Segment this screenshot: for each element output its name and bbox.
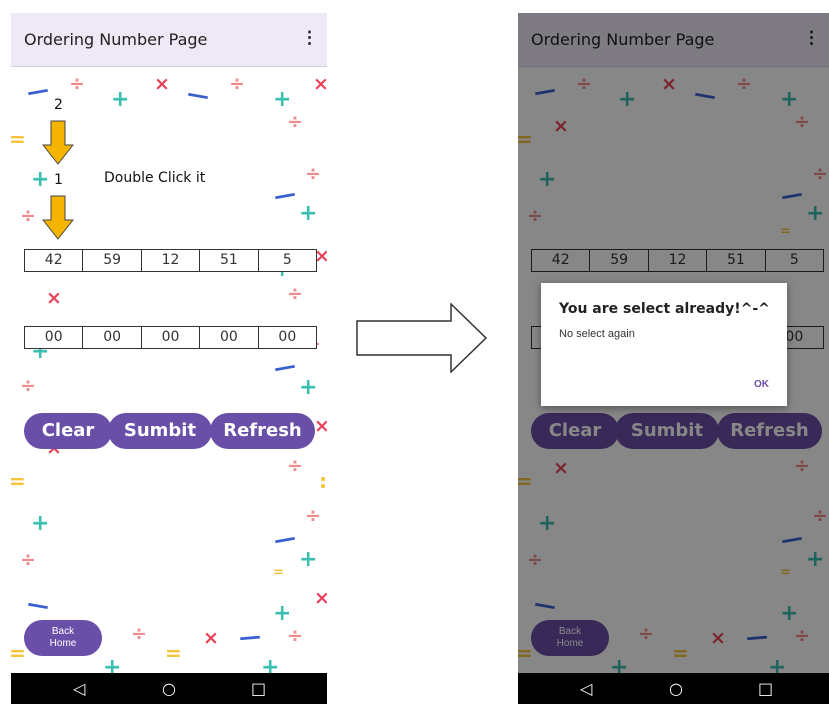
step-1-label: 1 — [54, 172, 63, 188]
plus-icon: + — [273, 601, 292, 626]
number-cell[interactable]: 12 — [142, 250, 201, 271]
back-home-label-line2: Home — [49, 638, 77, 649]
divide-icon: ÷ — [287, 283, 303, 305]
back-home-label-line1: Back — [51, 626, 75, 637]
numbers-row: 42 59 12 51 5 — [24, 249, 317, 272]
phone-screen-after: Ordering Number Page ⋮ — ÷ + × — ÷ + × ÷… — [518, 13, 829, 704]
minus-icon: — — [237, 624, 263, 651]
divide-icon: ÷ — [20, 375, 36, 397]
equals-icon: = — [273, 565, 284, 580]
page-title: Ordering Number Page — [24, 30, 208, 49]
equals-icon: = — [11, 469, 26, 493]
times-icon: × — [154, 73, 170, 95]
plus-icon: + — [299, 375, 318, 400]
nav-home-icon[interactable]: ○ — [162, 679, 176, 698]
minus-icon: — — [185, 81, 212, 110]
divide-icon: ÷ — [20, 205, 36, 227]
equals-icon: = — [165, 641, 182, 665]
plus-icon: + — [299, 547, 318, 572]
times-icon: × — [313, 73, 327, 95]
divide-icon: ÷ — [20, 549, 36, 571]
minus-icon: — — [25, 591, 52, 620]
divide-icon: ÷ — [69, 73, 85, 95]
instruction-text: Double Click it — [104, 170, 206, 186]
refresh-button[interactable]: Refresh — [210, 413, 315, 449]
answer-row: 00 00 00 00 00 — [24, 326, 317, 349]
arrow-down-icon — [42, 195, 74, 240]
times-icon: × — [46, 287, 62, 309]
alert-dialog: You are select already!^-^ No select aga… — [541, 283, 787, 406]
nav-back-icon[interactable]: ◁ — [73, 679, 85, 698]
dialog-title: You are select already!^-^ — [559, 301, 770, 317]
nav-recent-icon[interactable]: □ — [758, 679, 773, 698]
plus-icon: + — [31, 511, 50, 536]
number-cell[interactable]: 51 — [200, 250, 259, 271]
transition-arrow-icon — [356, 303, 488, 373]
nav-recent-icon[interactable]: □ — [251, 679, 266, 698]
system-nav-bar: ◁ ○ □ — [518, 673, 829, 704]
minus-icon: — — [271, 353, 298, 382]
nav-home-icon[interactable]: ○ — [669, 679, 683, 698]
number-cell[interactable]: 42 — [25, 250, 84, 271]
answer-cell[interactable]: 00 — [200, 327, 259, 348]
times-icon: × — [314, 587, 327, 609]
plus-icon: + — [111, 87, 130, 112]
dialog-message: No select again — [559, 328, 635, 340]
arrow-down-icon — [42, 120, 74, 165]
divide-icon: ÷ — [287, 455, 303, 477]
action-buttons: Clear Sumbit Refresh — [24, 413, 315, 449]
plus-icon: + — [299, 201, 318, 226]
number-cell[interactable]: 59 — [83, 250, 142, 271]
number-cell[interactable]: 5 — [259, 250, 316, 271]
dialog-ok-button[interactable]: OK — [754, 379, 769, 390]
phone-screen-before: Ordering Number Page ⋮ — ÷ + × — ÷ + × ÷… — [11, 13, 327, 704]
divide-icon: ÷ — [287, 625, 303, 647]
answer-cell[interactable]: 00 — [259, 327, 316, 348]
answer-cell[interactable]: 00 — [142, 327, 201, 348]
equals-icon: = — [11, 127, 26, 151]
answer-cell[interactable]: 00 — [25, 327, 84, 348]
system-nav-bar: ◁ ○ □ — [11, 673, 327, 704]
plus-icon: + — [31, 167, 50, 192]
clear-button[interactable]: Clear — [24, 413, 112, 449]
answer-cell[interactable]: 00 — [83, 327, 142, 348]
divide-icon: ÷ — [229, 73, 245, 95]
divide-icon: ÷ — [305, 163, 321, 185]
divide-icon: ÷ — [287, 111, 303, 133]
minus-icon: — — [271, 525, 298, 554]
submit-button[interactable]: Sumbit — [108, 413, 212, 449]
minus-icon: — — [24, 77, 51, 106]
minus-icon: — — [271, 181, 298, 210]
divide-icon: ÷ — [305, 505, 321, 527]
plus-icon: + — [273, 87, 292, 112]
more-vert-icon[interactable]: ⋮ — [301, 28, 318, 48]
app-bar: Ordering Number Page ⋮ — [11, 13, 327, 67]
times-icon: × — [203, 627, 219, 649]
nav-back-icon[interactable]: ◁ — [580, 679, 592, 698]
back-home-button[interactable]: Back Home — [24, 620, 102, 656]
equals-icon: : — [319, 469, 327, 493]
divide-icon: ÷ — [131, 623, 147, 645]
step-2-label: 2 — [54, 97, 63, 113]
times-icon: × — [314, 415, 327, 437]
